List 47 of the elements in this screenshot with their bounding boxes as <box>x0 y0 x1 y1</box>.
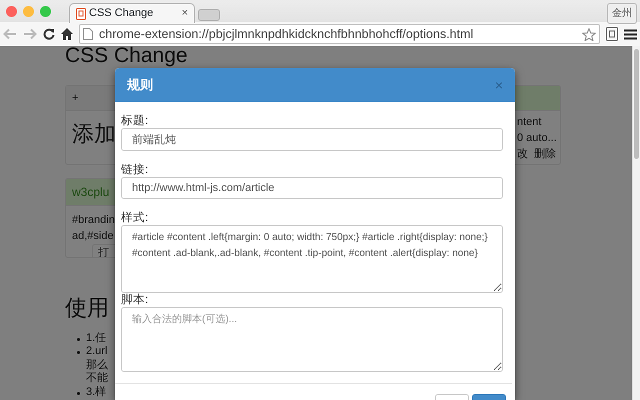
edit-link[interactable]: 改 <box>517 146 528 162</box>
card-text: #brandin <box>72 213 115 228</box>
list-text: 2.url <box>86 345 108 359</box>
card-title: w3cplu <box>72 184 110 201</box>
new-tab-button[interactable] <box>198 9 220 21</box>
maximize-window-button[interactable] <box>40 6 51 17</box>
tab-close-button[interactable]: × <box>182 5 188 22</box>
address-bar[interactable]: chrome-extension://pbjcjlmnknpdhkidcknchfbhnbhohcff/options.html <box>79 24 600 44</box>
list-text: 3.样 <box>86 386 106 400</box>
back-icon[interactable] <box>3 28 17 40</box>
extension-icon[interactable] <box>606 27 618 41</box>
field-label: 样式: <box>121 211 148 225</box>
text-field[interactable]: http://www.html-js.com/article <box>121 177 503 199</box>
forward-icon[interactable] <box>23 28 37 40</box>
close-window-button[interactable] <box>6 6 17 17</box>
minimize-window-button[interactable] <box>23 6 34 17</box>
list-text: 1.任 <box>86 332 106 346</box>
bullet-icon <box>77 338 80 341</box>
reload-icon[interactable] <box>43 28 55 40</box>
profile-button[interactable]: 金州 <box>607 3 637 24</box>
text-area[interactable]: #article #content .left{margin: 0 auto; width: 750px;} #article .right{display: none;} #content .ad-blank,.ad-blank, #content .tip-point, #content .alert{display: none} <box>121 225 503 293</box>
home-icon[interactable] <box>61 28 73 40</box>
scrollbar[interactable] <box>632 46 640 400</box>
bullet-icon <box>77 351 80 354</box>
page-icon <box>83 28 93 40</box>
section-title: 使用 <box>65 296 109 320</box>
star-icon[interactable] <box>582 28 596 40</box>
text-area[interactable]: 输入合法的脚本(可选)... <box>121 307 503 372</box>
list-text: 不能 <box>86 372 108 386</box>
add-text: 添加 <box>72 121 116 146</box>
bullet-icon <box>77 392 80 395</box>
text-field[interactable]: 前端乱炖 <box>121 128 503 151</box>
browser-tab[interactable]: CSS Change × <box>69 3 195 23</box>
field-label: 脚本: <box>121 293 148 307</box>
card-text: 0 auto... <box>517 131 558 146</box>
menu-icon[interactable] <box>624 28 637 40</box>
modal-title: 规则 <box>127 76 153 94</box>
card-text: ntent <box>517 115 542 130</box>
page-title: CSS Change <box>65 46 188 66</box>
delete-link[interactable]: 删除 <box>534 146 556 162</box>
field-label: 链接: <box>121 163 148 177</box>
field-label: 标题: <box>121 114 148 128</box>
card-text: ad,#side <box>72 229 114 244</box>
page-icon <box>76 8 86 20</box>
list-text: 那么 <box>86 358 108 372</box>
scrollbar-thumb[interactable] <box>634 49 639 159</box>
add-label: + <box>72 91 78 106</box>
